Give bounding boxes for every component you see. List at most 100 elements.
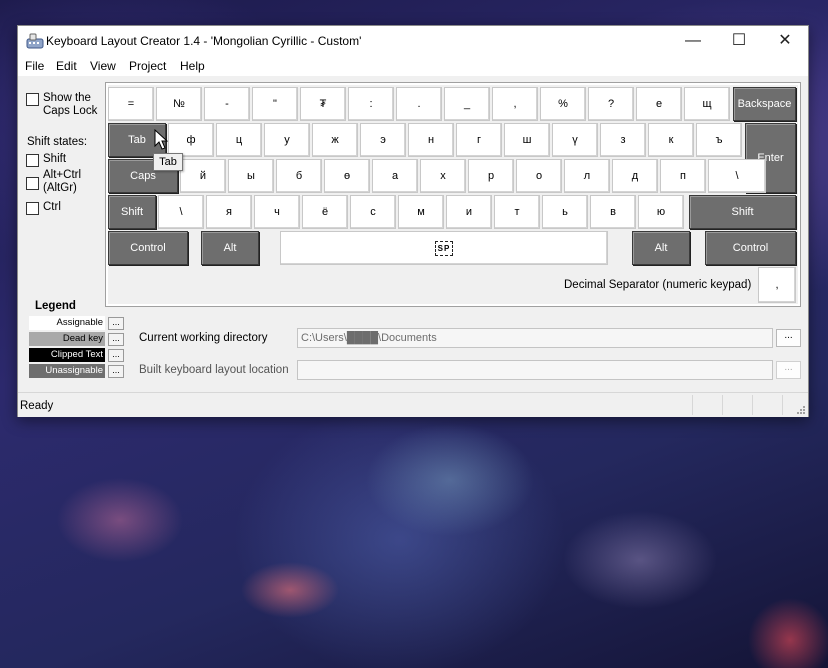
key-r1-2[interactable]: - bbox=[204, 87, 250, 121]
shift-option[interactable]: Shift bbox=[26, 153, 66, 167]
key-r4-8[interactable]: ь bbox=[542, 195, 588, 229]
altgr-option[interactable]: Alt+Ctrl (AltGr) bbox=[26, 169, 93, 195]
cwd-field[interactable]: C:\Users\████\Documents bbox=[297, 328, 773, 348]
key-r4-6[interactable]: и bbox=[446, 195, 492, 229]
key-r4-4[interactable]: с bbox=[350, 195, 396, 229]
key-r1-3[interactable]: " bbox=[252, 87, 298, 121]
key-r2-0[interactable]: ф bbox=[168, 123, 214, 157]
key-r2-4[interactable]: э bbox=[360, 123, 406, 157]
key-r4-1[interactable]: я bbox=[206, 195, 252, 229]
key-r2-10[interactable]: к bbox=[648, 123, 694, 157]
maximize-button[interactable]: ☐ bbox=[716, 26, 762, 56]
key-r3-10[interactable]: п bbox=[660, 159, 706, 193]
menu-bar: File Edit View Project Help bbox=[18, 56, 808, 76]
key-r3-0[interactable]: й bbox=[180, 159, 226, 193]
key-r2-2[interactable]: у bbox=[264, 123, 310, 157]
resize-grip-icon[interactable] bbox=[796, 405, 806, 415]
key-r1-10[interactable]: ? bbox=[588, 87, 634, 121]
key-r4-0[interactable]: \ bbox=[158, 195, 204, 229]
menu-edit[interactable]: Edit bbox=[56, 59, 77, 73]
key-alt-left[interactable]: Alt bbox=[201, 231, 259, 265]
legend-row: Unassignable... bbox=[29, 364, 124, 378]
menu-help[interactable]: Help bbox=[180, 59, 205, 73]
key-r2-11[interactable]: ъ bbox=[696, 123, 742, 157]
cwd-label: Current working directory bbox=[139, 332, 268, 344]
status-divider bbox=[722, 395, 723, 415]
key-r1-6[interactable]: . bbox=[396, 87, 442, 121]
build-location-field[interactable] bbox=[297, 360, 773, 380]
decimal-separator-key[interactable]: , bbox=[758, 267, 796, 303]
key-r2-6[interactable]: г bbox=[456, 123, 502, 157]
key-shift-left[interactable]: Shift bbox=[108, 195, 156, 229]
key-r2-7[interactable]: ш bbox=[504, 123, 550, 157]
key-r3-6[interactable]: р bbox=[468, 159, 514, 193]
keyboard-app-icon bbox=[26, 33, 44, 49]
key-r1-1[interactable]: № bbox=[156, 87, 202, 121]
cwd-browse-button[interactable]: ... bbox=[776, 329, 801, 347]
legend-color-button[interactable]: ... bbox=[108, 317, 124, 330]
legend-row: Dead key... bbox=[29, 332, 124, 346]
key-r4-3[interactable]: ё bbox=[302, 195, 348, 229]
key-r1-0[interactable]: = bbox=[108, 87, 154, 121]
key-r2-5[interactable]: н bbox=[408, 123, 454, 157]
key-r3-4[interactable]: а bbox=[372, 159, 418, 193]
ctrl-checkbox[interactable] bbox=[26, 202, 39, 215]
legend: Legend Assignable... Dead key... Clipped T… bbox=[29, 300, 124, 378]
close-button[interactable]: ✕ bbox=[762, 26, 808, 56]
shift-checkbox[interactable] bbox=[26, 154, 39, 167]
altgr-checkbox[interactable] bbox=[26, 177, 39, 190]
show-caps-lock-option[interactable]: Show the Caps Lock bbox=[26, 92, 103, 118]
build-location-label: Built keyboard layout location bbox=[139, 364, 289, 376]
show-caps-lock-checkbox[interactable] bbox=[26, 93, 39, 106]
key-r3-7[interactable]: о bbox=[516, 159, 562, 193]
legend-color-button[interactable]: ... bbox=[108, 349, 124, 362]
minimize-button[interactable]: — bbox=[670, 26, 716, 56]
mouse-cursor-icon bbox=[154, 129, 168, 150]
key-shift-right[interactable]: Shift bbox=[689, 195, 796, 229]
legend-swatch: Unassignable bbox=[29, 364, 105, 378]
key-r4-10[interactable]: ю bbox=[638, 195, 684, 229]
legend-row: Assignable... bbox=[29, 316, 124, 330]
key-r1-4[interactable]: ₮ bbox=[300, 87, 346, 121]
key-alt-right[interactable]: Alt bbox=[632, 231, 690, 265]
menu-file[interactable]: File bbox=[25, 59, 44, 73]
keyboard-panel: = № - " ₮ : . _ , % ? е щ Backspace Tab … bbox=[105, 82, 801, 307]
key-control-right[interactable]: Control bbox=[705, 231, 796, 265]
build-location-browse-button[interactable]: ... bbox=[776, 361, 801, 379]
key-r4-7[interactable]: т bbox=[494, 195, 540, 229]
key-r1-11[interactable]: е bbox=[636, 87, 682, 121]
menu-project[interactable]: Project bbox=[129, 59, 166, 73]
legend-color-button[interactable]: ... bbox=[108, 365, 124, 378]
key-backspace[interactable]: Backspace bbox=[733, 87, 796, 121]
key-r3-1[interactable]: ы bbox=[228, 159, 274, 193]
key-r4-9[interactable]: в bbox=[590, 195, 636, 229]
keyboard: = № - " ₮ : . _ , % ? е щ Backspace Tab … bbox=[108, 85, 798, 304]
key-r2-3[interactable]: ж bbox=[312, 123, 358, 157]
key-r1-7[interactable]: _ bbox=[444, 87, 490, 121]
key-r3-3[interactable]: ө bbox=[324, 159, 370, 193]
ctrl-option[interactable]: Ctrl bbox=[26, 201, 61, 215]
key-r2-9[interactable]: з bbox=[600, 123, 646, 157]
legend-color-button[interactable]: ... bbox=[108, 333, 124, 346]
key-r2-8[interactable]: ү bbox=[552, 123, 598, 157]
window-title: Keyboard Layout Creator 1.4 - 'Mongolian… bbox=[46, 34, 362, 48]
key-r2-1[interactable]: ц bbox=[216, 123, 262, 157]
menu-view[interactable]: View bbox=[90, 59, 116, 73]
key-r1-12[interactable]: щ bbox=[684, 87, 730, 121]
key-r3-9[interactable]: д bbox=[612, 159, 658, 193]
key-r3-8[interactable]: л bbox=[564, 159, 610, 193]
key-r3-5[interactable]: х bbox=[420, 159, 466, 193]
legend-swatch: Clipped Text bbox=[29, 348, 105, 362]
key-r4-5[interactable]: м bbox=[398, 195, 444, 229]
key-r3-2[interactable]: б bbox=[276, 159, 322, 193]
key-r1-8[interactable]: , bbox=[492, 87, 538, 121]
key-r1-9[interactable]: % bbox=[540, 87, 586, 121]
status-divider bbox=[752, 395, 753, 415]
title-bar: Keyboard Layout Creator 1.4 - 'Mongolian… bbox=[18, 26, 808, 56]
key-r1-5[interactable]: : bbox=[348, 87, 394, 121]
app-window: Keyboard Layout Creator 1.4 - 'Mongolian… bbox=[17, 25, 809, 417]
key-control-left[interactable]: Control bbox=[108, 231, 188, 265]
key-r4-2[interactable]: ч bbox=[254, 195, 300, 229]
key-r3-11[interactable]: \ bbox=[708, 159, 766, 193]
key-space[interactable]: SP bbox=[280, 231, 608, 265]
